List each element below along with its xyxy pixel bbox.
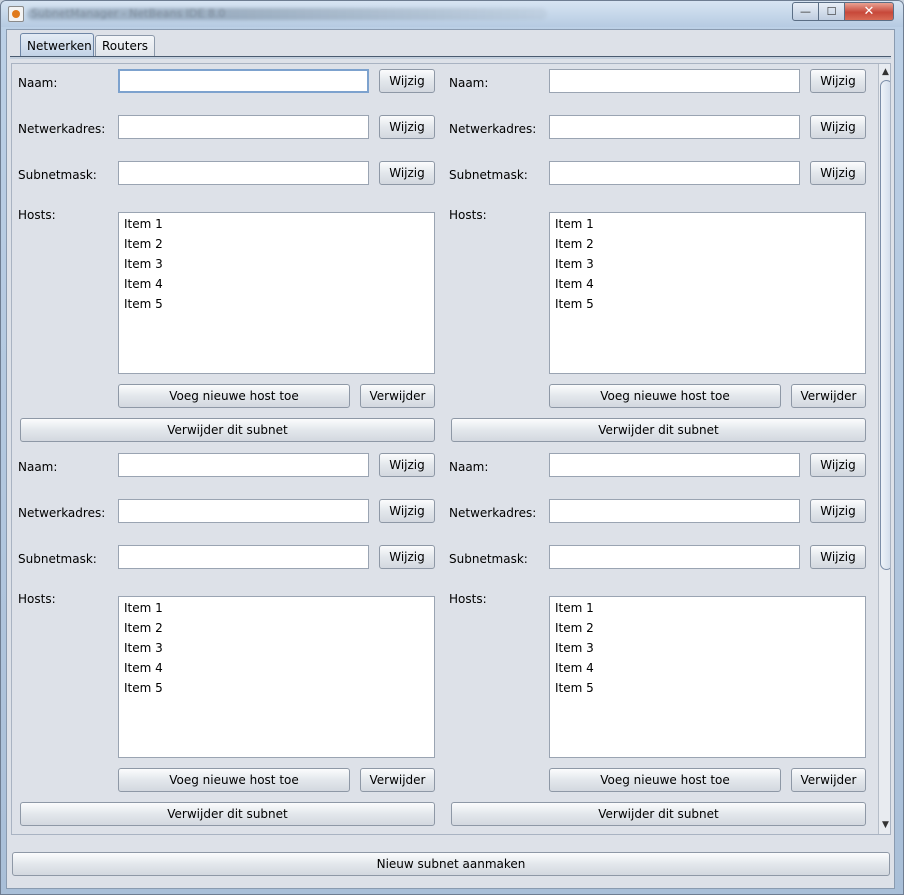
netwerkadres-input[interactable]	[549, 499, 800, 523]
java-app-icon	[8, 6, 24, 22]
list-item[interactable]: Item 3	[555, 256, 865, 276]
naam-label: Naam:	[18, 460, 58, 474]
vertical-scrollbar[interactable]: ▲ ▼	[878, 64, 890, 834]
netwerkadres-wijzig-button[interactable]: Wijzig	[810, 115, 866, 139]
subnetmask-wijzig-button[interactable]: Wijzig	[810, 545, 866, 569]
list-item[interactable]: Item 2	[124, 236, 434, 256]
subnetmask-label: Subnetmask:	[18, 168, 97, 182]
subnetmask-wijzig-button[interactable]: Wijzig	[810, 161, 866, 185]
window-title: SubnetManager - NetBeans IDE 8.0	[31, 7, 226, 20]
naam-label: Naam:	[449, 76, 489, 90]
list-item[interactable]: Item 1	[124, 216, 434, 236]
naam-wijzig-button[interactable]: Wijzig	[379, 69, 435, 93]
tab-bar: Netwerken Routers	[7, 30, 894, 59]
hosts-list[interactable]: Item 1 Item 2 Item 3 Item 4 Item 5	[118, 212, 435, 374]
minimize-button[interactable]: —	[792, 2, 819, 21]
list-item[interactable]: Item 5	[555, 680, 865, 700]
list-item[interactable]: Item 1	[555, 216, 865, 236]
netwerkadres-wijzig-button[interactable]: Wijzig	[810, 499, 866, 523]
list-item[interactable]: Item 2	[555, 620, 865, 640]
subnetmask-input[interactable]	[118, 161, 369, 185]
subnetmask-wijzig-button[interactable]: Wijzig	[379, 161, 435, 185]
subnet-panel: Naam: Wijzig Netwerkadres: Wijzig Subnet…	[12, 448, 442, 832]
list-item[interactable]: Item 4	[555, 660, 865, 680]
naam-wijzig-button[interactable]: Wijzig	[810, 453, 866, 477]
hosts-label: Hosts:	[449, 592, 487, 606]
netwerkadres-label: Netwerkadres:	[449, 122, 537, 136]
subnet-panel: Naam: Wijzig Netwerkadres: Wijzig Subnet…	[12, 64, 442, 448]
naam-label: Naam:	[449, 460, 489, 474]
list-item[interactable]: Item 5	[124, 296, 434, 316]
list-item[interactable]: Item 2	[555, 236, 865, 256]
subnetmask-label: Subnetmask:	[449, 168, 528, 182]
subnetmask-input[interactable]	[549, 545, 800, 569]
netwerkadres-label: Netwerkadres:	[18, 122, 106, 136]
hosts-list[interactable]: Item 1 Item 2 Item 3 Item 4 Item 5	[118, 596, 435, 758]
new-subnet-button[interactable]: Nieuw subnet aanmaken	[12, 852, 890, 876]
netwerkadres-input[interactable]	[118, 115, 369, 139]
tab-divider	[10, 56, 891, 59]
list-item[interactable]: Item 4	[124, 276, 434, 296]
application-window: SubnetManager - NetBeans IDE 8.0 — ☐ ✕ N…	[0, 0, 904, 895]
remove-subnet-button[interactable]: Verwijder dit subnet	[451, 418, 866, 442]
remove-host-button[interactable]: Verwijder	[360, 384, 435, 408]
add-host-button[interactable]: Voeg nieuwe host toe	[118, 384, 350, 408]
hosts-label: Hosts:	[449, 208, 487, 222]
subnetmask-input[interactable]	[118, 545, 369, 569]
naam-wijzig-button[interactable]: Wijzig	[810, 69, 866, 93]
tab-netwerken[interactable]: Netwerken	[20, 33, 94, 58]
add-host-button[interactable]: Voeg nieuwe host toe	[549, 768, 781, 792]
list-item[interactable]: Item 3	[555, 640, 865, 660]
scrollbar-thumb[interactable]	[880, 80, 890, 570]
add-host-button[interactable]: Voeg nieuwe host toe	[549, 384, 781, 408]
remove-subnet-button[interactable]: Verwijder dit subnet	[20, 802, 435, 826]
tab-routers[interactable]: Routers	[95, 35, 155, 57]
naam-input[interactable]	[118, 453, 369, 477]
subnets-scroll-pane[interactable]: Naam: Wijzig Netwerkadres: Wijzig Subnet…	[11, 63, 891, 835]
remove-subnet-button[interactable]: Verwijder dit subnet	[451, 802, 866, 826]
scroll-up-arrow-icon[interactable]: ▲	[880, 65, 890, 79]
subnetmask-input[interactable]	[549, 161, 800, 185]
add-host-button[interactable]: Voeg nieuwe host toe	[118, 768, 350, 792]
remove-subnet-button[interactable]: Verwijder dit subnet	[20, 418, 435, 442]
netwerkadres-label: Netwerkadres:	[449, 506, 537, 520]
naam-input[interactable]	[549, 69, 800, 93]
scroll-down-arrow-icon[interactable]: ▼	[880, 818, 890, 832]
naam-label: Naam:	[18, 76, 58, 90]
hosts-list[interactable]: Item 1 Item 2 Item 3 Item 4 Item 5	[549, 596, 866, 758]
subnetmask-label: Subnetmask:	[449, 552, 528, 566]
remove-host-button[interactable]: Verwijder	[360, 768, 435, 792]
naam-input[interactable]	[549, 453, 800, 477]
list-item[interactable]: Item 1	[555, 600, 865, 620]
title-bar[interactable]: SubnetManager - NetBeans IDE 8.0 — ☐ ✕	[1, 1, 903, 27]
netwerkadres-input[interactable]	[549, 115, 800, 139]
content-pane: Netwerken Routers Naam: Wijzig Netwerkad…	[6, 29, 895, 889]
list-item[interactable]: Item 5	[555, 296, 865, 316]
hosts-label: Hosts:	[18, 208, 56, 222]
list-item[interactable]: Item 1	[124, 600, 434, 620]
netwerkadres-label: Netwerkadres:	[18, 506, 106, 520]
subnetmask-label: Subnetmask:	[18, 552, 97, 566]
subnetmask-wijzig-button[interactable]: Wijzig	[379, 545, 435, 569]
remove-host-button[interactable]: Verwijder	[791, 768, 866, 792]
subnet-panel: Naam: Wijzig Netwerkadres: Wijzig Subnet…	[443, 448, 873, 832]
remove-host-button[interactable]: Verwijder	[791, 384, 866, 408]
hosts-list[interactable]: Item 1 Item 2 Item 3 Item 4 Item 5	[549, 212, 866, 374]
subnet-panel: Naam: Wijzig Netwerkadres: Wijzig Subnet…	[443, 64, 873, 448]
close-button[interactable]: ✕	[844, 2, 894, 21]
list-item[interactable]: Item 4	[124, 660, 434, 680]
netwerkadres-input[interactable]	[118, 499, 369, 523]
naam-input[interactable]	[118, 69, 369, 93]
list-item[interactable]: Item 4	[555, 276, 865, 296]
list-item[interactable]: Item 3	[124, 640, 434, 660]
list-item[interactable]: Item 2	[124, 620, 434, 640]
naam-wijzig-button[interactable]: Wijzig	[379, 453, 435, 477]
list-item[interactable]: Item 5	[124, 680, 434, 700]
maximize-button[interactable]: ☐	[818, 2, 845, 21]
list-item[interactable]: Item 3	[124, 256, 434, 276]
netwerkadres-wijzig-button[interactable]: Wijzig	[379, 115, 435, 139]
netwerkadres-wijzig-button[interactable]: Wijzig	[379, 499, 435, 523]
hosts-label: Hosts:	[18, 592, 56, 606]
